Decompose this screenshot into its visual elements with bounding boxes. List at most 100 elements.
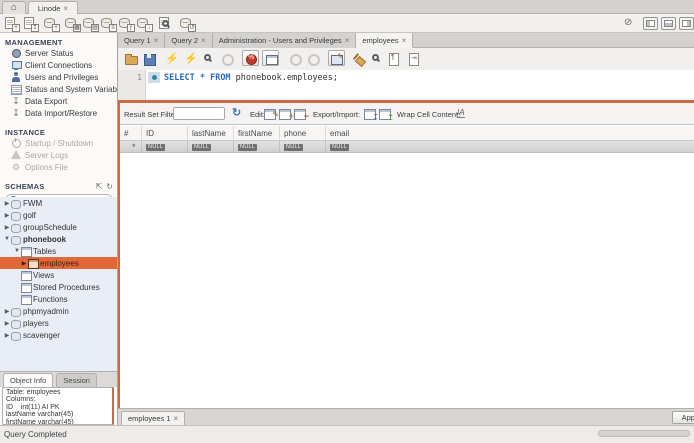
tab-object-info[interactable]: Object Info [3, 373, 53, 387]
close-icon[interactable]: × [63, 4, 68, 13]
save-icon[interactable] [142, 52, 156, 66]
result-filter-input[interactable] [173, 107, 225, 120]
new-function-icon[interactable]: ƒ [118, 16, 134, 30]
show-invisible-characters-icon[interactable] [386, 52, 400, 66]
close-icon[interactable]: × [174, 412, 179, 426]
close-icon[interactable]: × [154, 36, 159, 45]
open-file-icon[interactable] [124, 52, 138, 66]
sidebar-item-data-import[interactable]: ↧ Data Import/Restore [0, 107, 117, 119]
tab-administration[interactable]: Administration - Users and Privileges × [213, 33, 357, 48]
chevron-down-icon[interactable]: ▼ [13, 248, 21, 254]
tables-folder-icon [21, 247, 30, 255]
sidebar-item-server-logs[interactable]: Server Logs [0, 149, 117, 161]
wrap-cell-content-icon[interactable]: IA [457, 108, 465, 118]
schema-golf[interactable]: ▶ golf [0, 209, 117, 221]
connection-tab-linode[interactable]: Linode × [28, 1, 78, 14]
explain-plan-icon[interactable] [202, 52, 216, 66]
tab-employees-1-result[interactable]: employees 1 × [121, 411, 185, 426]
horizontal-scrollbar-thumb[interactable] [598, 430, 690, 437]
chevron-right-icon[interactable]: ▶ [3, 212, 11, 219]
tab-session[interactable]: Session [56, 373, 97, 387]
new-table-icon[interactable]: ▦ [64, 16, 80, 30]
chevron-down-icon[interactable]: ▼ [3, 236, 11, 242]
cell-id[interactable]: NULL [142, 141, 188, 153]
column-header-lastname[interactable]: lastName [188, 126, 234, 141]
new-view-icon[interactable]: ▤ [82, 16, 98, 30]
chevron-right-icon[interactable]: ▶ [3, 332, 11, 339]
sql-code-editor[interactable]: 1 SELECT * FROM phonebook.employees; [118, 70, 694, 100]
column-header-email[interactable]: email [326, 126, 694, 141]
chevron-right-icon[interactable]: ▶ [3, 224, 11, 231]
new-schema-icon[interactable]: + [43, 16, 59, 30]
sidebar-item-users-privileges[interactable]: Users and Privileges [0, 71, 117, 83]
refresh-schemas-icon[interactable]: ↻ [106, 182, 113, 191]
tree-node-views[interactable]: Views [0, 269, 117, 281]
cell-phone[interactable]: NULL [280, 141, 326, 153]
sidebar-item-data-export[interactable]: ↧ Data Export [0, 95, 117, 107]
schema-scavenger[interactable]: ▶ scavenger [0, 329, 117, 341]
schema-players[interactable]: ▶ players [0, 317, 117, 329]
schema-groupschedule[interactable]: ▶ groupSchedule [0, 221, 117, 233]
schema-phpmyadmin[interactable]: ▶ phpmyadmin [0, 305, 117, 317]
new-query-tab-icon[interactable]: + [3, 16, 19, 30]
execute-current-statement-icon[interactable]: ⚡ [184, 52, 198, 66]
beautify-sql-icon[interactable] [352, 52, 366, 66]
refresh-icon[interactable]: ↻ [232, 106, 241, 119]
tab-employees[interactable]: employees × [356, 33, 413, 48]
chevron-right-icon[interactable]: ▶ [20, 260, 28, 267]
schema-fwm[interactable]: ▶ FWM [0, 197, 117, 209]
column-header-id[interactable]: ID [142, 126, 188, 141]
cell-lastname[interactable]: NULL [188, 141, 234, 153]
search-table-data-icon[interactable] [157, 16, 173, 30]
statement-marker [148, 72, 160, 83]
reconnect-dbms-icon[interactable]: ↺ [179, 16, 195, 30]
sidebar-item-startup-shutdown[interactable]: Startup / Shutdown [0, 137, 117, 149]
toggle-left-panel-button[interactable] [643, 17, 658, 30]
chevron-right-icon[interactable]: ▶ [3, 200, 11, 207]
collapse-all-icon[interactable]: ⇱ [96, 182, 103, 191]
close-icon[interactable]: × [345, 36, 350, 45]
chevron-right-icon[interactable]: ▶ [3, 320, 11, 327]
variables-list-icon [11, 84, 21, 94]
export-import-label: Export/Import: [313, 110, 360, 119]
home-tab[interactable]: ⌂ [2, 1, 26, 14]
import-records-icon[interactable] [379, 108, 392, 120]
sidebar-item-options-file[interactable]: ⚙ Options File [0, 161, 117, 173]
toggle-stop-on-error-button[interactable] [242, 50, 259, 66]
column-header-firstname[interactable]: firstName [234, 126, 280, 141]
toggle-bottom-panel-button[interactable] [661, 17, 676, 30]
sidebar-item-client-connections[interactable]: Client Connections [0, 59, 117, 71]
edit-record-icon[interactable] [264, 108, 277, 120]
chevron-right-icon[interactable]: ▶ [3, 308, 11, 315]
sidebar-item-server-status[interactable]: Server Status [0, 47, 117, 59]
close-icon[interactable]: × [201, 36, 206, 45]
limit-rows-button[interactable] [262, 50, 279, 66]
tree-node-tables[interactable]: ▼ Tables [0, 245, 117, 257]
find-icon[interactable] [370, 52, 384, 66]
tree-node-functions[interactable]: Functions [0, 293, 117, 305]
cell-email[interactable]: NULL [326, 141, 694, 153]
toggle-word-wrap-icon[interactable] [406, 52, 420, 66]
schema-phonebook[interactable]: ▼ phonebook [0, 233, 117, 245]
tree-node-employees-table[interactable]: ▶ employees [0, 257, 117, 269]
delete-row-icon[interactable] [294, 108, 307, 120]
apply-button[interactable]: Apply [672, 411, 694, 424]
main-toolbar: + ↥ + ▦ ▤ ≡ ƒ ↓ ↺ ⊘ [0, 14, 694, 33]
toggle-autocommit-button[interactable] [328, 50, 345, 66]
add-row-icon[interactable] [279, 108, 292, 120]
export-recordset-icon[interactable] [364, 108, 377, 120]
sidebar-item-status-system-variables[interactable]: Status and System Variables [0, 83, 117, 95]
column-header-phone[interactable]: phone [280, 126, 326, 141]
tab-query-2[interactable]: Query 2 × [165, 33, 212, 48]
tab-query-1[interactable]: Query 1 × [118, 33, 165, 48]
toggle-right-panel-button[interactable] [679, 17, 694, 30]
cell-firstname[interactable]: NULL [234, 141, 280, 153]
close-icon[interactable]: × [402, 36, 407, 45]
tree-node-stored-procedures[interactable]: Stored Procedures [0, 281, 117, 293]
open-sql-script-icon[interactable]: ↥ [22, 16, 38, 30]
new-stored-procedure-icon[interactable]: ≡ [100, 16, 116, 30]
new-row-placeholder[interactable]: * NULL NULL NULL NULL NULL [120, 141, 694, 153]
new-db-object-icon[interactable]: ↓ [136, 16, 152, 30]
execute-query-icon[interactable]: ⚡ [165, 52, 179, 66]
column-header-rownum[interactable]: # [120, 126, 142, 141]
